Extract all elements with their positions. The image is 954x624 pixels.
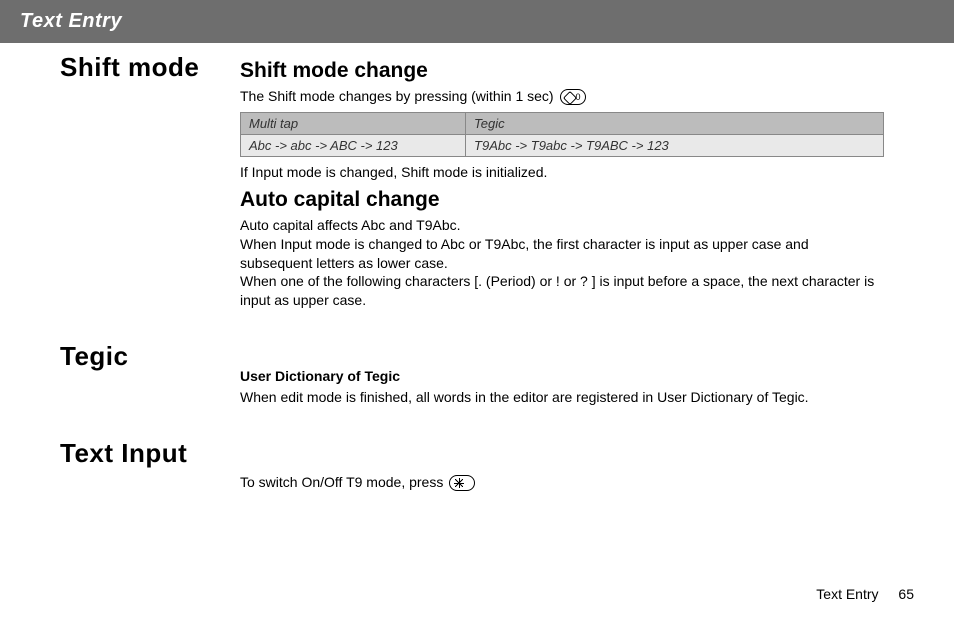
page-footer: Text Entry 65 (816, 586, 914, 602)
shift-mode-note: If Input mode is changed, Shift mode is … (240, 163, 884, 182)
section-text-input: Text Input To switch On/Off T9 mode, pre… (60, 439, 914, 496)
key-zero-icon (560, 89, 586, 105)
section-tegic: Tegic User Dictionary of Tegic When edit… (60, 342, 914, 411)
table-cell-tegic-seq: T9Abc -> T9abc -> T9ABC -> 123 (466, 134, 884, 156)
heading-shift-mode: Shift mode (60, 53, 240, 82)
subheading-auto-capital: Auto capital change (240, 188, 884, 212)
shift-mode-change-text: The Shift mode changes by pressing (with… (240, 87, 884, 106)
section-shift-mode: Shift mode Shift mode change The Shift m… (60, 53, 914, 314)
heading-text-input: Text Input (60, 439, 240, 468)
text-fragment: The Shift mode changes by pressing (with… (240, 88, 554, 104)
shift-mode-table: Multi tap Tegic Abc -> abc -> ABC -> 123… (240, 112, 884, 157)
user-dictionary-body: When edit mode is finished, all words in… (240, 388, 884, 407)
text-fragment: To switch On/Off T9 mode, press (240, 474, 443, 490)
table-header-tegic: Tegic (466, 112, 884, 134)
auto-capital-body: Auto capital affects Abc and T9Abc. When… (240, 216, 884, 310)
subheading-user-dictionary: User Dictionary of Tegic (240, 368, 884, 384)
footer-page-number: 65 (898, 586, 914, 602)
footer-section-label: Text Entry (816, 586, 878, 602)
table-cell-multitap-seq: Abc -> abc -> ABC -> 123 (241, 134, 466, 156)
heading-tegic: Tegic (60, 342, 240, 371)
text-input-body: To switch On/Off T9 mode, press (240, 473, 884, 492)
table-header-multitap: Multi tap (241, 112, 466, 134)
page-header-banner: Text Entry (0, 0, 954, 43)
subheading-shift-mode-change: Shift mode change (240, 59, 884, 83)
key-star-icon (449, 475, 475, 491)
page-content: Shift mode Shift mode change The Shift m… (0, 53, 954, 496)
